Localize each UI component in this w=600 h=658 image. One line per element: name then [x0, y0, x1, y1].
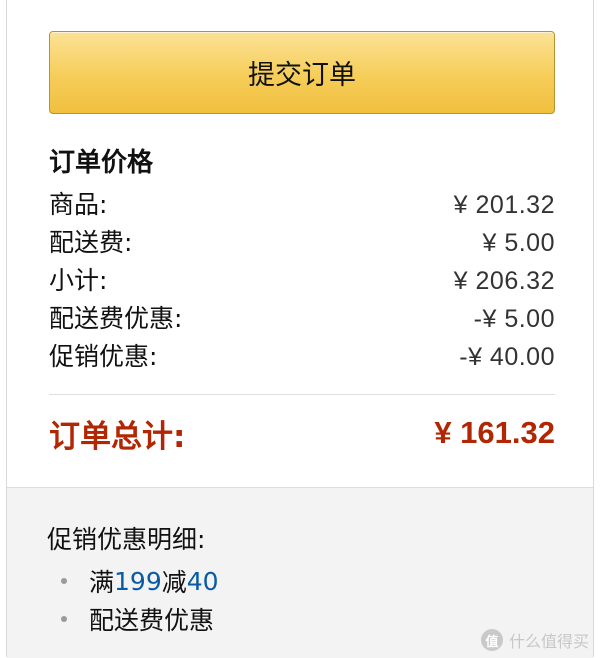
promo-mid: 减 [161, 568, 187, 597]
price-row-shipping-discount: 配送费优惠: -¥ 5.00 [49, 300, 555, 338]
price-label: 商品: [49, 190, 108, 219]
bullet-icon [61, 616, 67, 622]
promo-prefix: 满 [89, 568, 115, 597]
price-amount: ¥ 5.00 [482, 229, 555, 257]
price-label: 促销优惠: [49, 342, 158, 371]
price-amount: ¥ 206.32 [453, 267, 555, 295]
summary-title: 订单价格 [49, 148, 154, 178]
price-label: 配送费: [49, 228, 133, 257]
price-row-items: 商品: ¥ 201.32 [49, 186, 555, 224]
promo-item: 满 199 减 40 [47, 562, 219, 600]
order-total-label: 订单总计: [49, 418, 186, 455]
price-label: 小计: [49, 266, 108, 295]
price-amount: -¥ 5.00 [473, 305, 555, 333]
price-amount: -¥ 40.00 [459, 343, 555, 371]
submit-order-label: 提交订单 [248, 60, 356, 91]
promo-list: 满 199 减 40 配送费优惠 [47, 562, 219, 638]
summary-divider [49, 394, 555, 395]
watermark: 值 什么值得买 [480, 628, 589, 652]
promo-details-title: 促销优惠明细: [47, 525, 206, 554]
order-total-amount: ¥ 161.32 [434, 415, 555, 450]
price-row-shipping: 配送费: ¥ 5.00 [49, 224, 555, 262]
smzdm-logo-icon: 值 [480, 629, 503, 651]
price-row-promo-discount: 促销优惠: -¥ 40.00 [49, 338, 555, 376]
order-summary-card: 提交订单 订单价格 商品: ¥ 201.32 配送费: ¥ 5.00 小计: ¥… [6, 0, 594, 658]
price-summary: 订单价格 商品: ¥ 201.32 配送费: ¥ 5.00 小计: ¥ 206.… [49, 146, 555, 376]
bullet-icon [61, 578, 67, 584]
submit-order-button[interactable]: 提交订单 [49, 31, 555, 114]
promo-item: 配送费优惠 [47, 600, 219, 638]
order-total-row: 订单总计: ¥ 161.32 [49, 409, 555, 457]
promo-details-panel: 促销优惠明细: 满 199 减 40 配送费优惠 值 什么值得买 [7, 487, 593, 658]
price-label: 配送费优惠: [49, 304, 183, 333]
price-row-subtotal: 小计: ¥ 206.32 [49, 262, 555, 300]
watermark-text: 什么值得买 [508, 632, 589, 651]
promo-text: 配送费优惠 [89, 606, 215, 635]
promo-link[interactable]: 199 [114, 567, 162, 596]
price-amount: ¥ 201.32 [453, 191, 555, 219]
promo-link[interactable]: 40 [187, 567, 219, 596]
